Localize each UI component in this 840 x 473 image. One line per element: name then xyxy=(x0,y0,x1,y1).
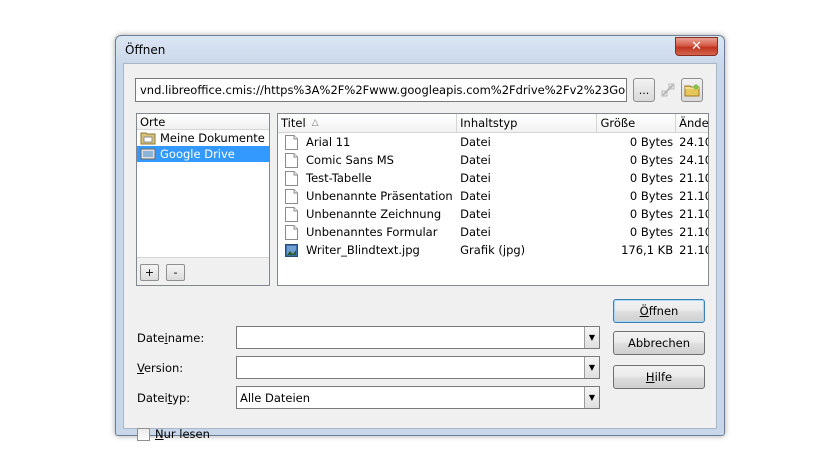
readonly-checkbox[interactable] xyxy=(137,428,150,441)
cell-type: Datei xyxy=(460,207,491,221)
document-icon xyxy=(285,206,298,222)
cell-size: 0 Bytes xyxy=(629,135,674,149)
table-row[interactable]: Unbenanntes Formular Datei 0 Bytes 21.10. xyxy=(278,223,708,241)
places-panel: Orte Meine Dokumente Google Drive + - xyxy=(136,113,270,286)
cell-title: Writer_Blindtext.jpg xyxy=(278,243,457,258)
version-select[interactable]: ▼ xyxy=(236,356,600,379)
cell-modified: 24.10. xyxy=(679,135,708,149)
cell-modified: 21.10. xyxy=(679,189,708,203)
cell-type: Datei xyxy=(460,189,491,203)
places-buttons-bar: + - xyxy=(137,257,269,285)
file-list: Titel △ Inhaltstyp Größe Ände Arial 11 Da… xyxy=(277,113,709,286)
cell-type: Datei xyxy=(460,135,491,149)
close-button[interactable]: ✕ xyxy=(675,37,718,56)
table-row[interactable]: Comic Sans MS Datei 0 Bytes 24.10. xyxy=(278,151,708,169)
file-title: Comic Sans MS xyxy=(306,153,394,167)
filetype-value: Alle Dateien xyxy=(240,391,311,405)
image-file-icon xyxy=(285,243,298,257)
document-icon xyxy=(285,224,298,240)
document-icon xyxy=(285,188,298,204)
drive-icon xyxy=(140,148,156,160)
file-list-header: Titel △ Inhaltstyp Größe Ände xyxy=(278,114,708,133)
column-header-size[interactable]: Größe xyxy=(597,114,677,132)
column-header-modified[interactable]: Ände xyxy=(676,114,708,132)
place-label: Meine Dokumente xyxy=(160,131,265,145)
chevron-down-icon[interactable]: ▼ xyxy=(584,327,599,348)
cell-type: Datei xyxy=(460,171,491,185)
document-icon xyxy=(285,170,298,186)
dialog-title: Öffnen xyxy=(125,43,166,57)
close-icon: ✕ xyxy=(691,39,702,54)
cell-modified: 21.10. xyxy=(679,225,708,239)
cell-modified: 21.10. xyxy=(679,171,708,185)
dialog-client-area: vnd.libreoffice.cmis://https%3A%2F%2Fwww… xyxy=(123,63,717,441)
table-row[interactable]: Arial 11 Datei 0 Bytes 24.10. xyxy=(278,133,708,151)
filetype-label: Dateityp: xyxy=(137,391,191,405)
cell-size: 0 Bytes xyxy=(629,207,674,221)
table-row[interactable]: Writer_Blindtext.jpg Grafik (jpg) 176,1 KB… xyxy=(278,241,708,259)
cell-modified: 21.10. xyxy=(679,243,708,257)
cell-type: Datei xyxy=(460,153,491,167)
cell-size: 0 Bytes xyxy=(629,225,674,239)
readonly-label[interactable]: Nur lesen xyxy=(155,427,210,441)
url-field[interactable]: vnd.libreoffice.cmis://https%3A%2F%2Fwww… xyxy=(135,78,627,102)
place-label: Google Drive xyxy=(160,147,235,161)
file-title: Unbenannte Präsentation xyxy=(306,189,453,203)
places-header: Orte xyxy=(137,114,269,130)
cell-modified: 21.10. xyxy=(679,207,708,221)
new-folder-icon xyxy=(684,84,700,97)
table-row[interactable]: Test-Tabelle Datei 0 Bytes 21.10. xyxy=(278,169,708,187)
connect-server-button[interactable] xyxy=(657,78,679,102)
cell-title: Unbenannte Präsentation xyxy=(278,188,457,204)
browse-button-label: ... xyxy=(638,83,650,97)
cell-title: Comic Sans MS xyxy=(278,152,457,168)
cell-size: 0 Bytes xyxy=(629,171,674,185)
open-button[interactable]: Öffnen xyxy=(613,299,705,323)
file-title: Arial 11 xyxy=(306,135,351,149)
cancel-button[interactable]: Abbrechen xyxy=(613,331,705,355)
filetype-select[interactable]: Alle Dateien ▼ xyxy=(236,386,600,409)
add-place-button[interactable]: + xyxy=(140,264,159,281)
column-header-title[interactable]: Titel △ xyxy=(278,114,458,132)
file-title: Writer_Blindtext.jpg xyxy=(306,243,420,257)
cell-title: Unbenannte Zeichnung xyxy=(278,206,457,222)
cell-title: Unbenanntes Formular xyxy=(278,224,457,240)
cell-modified: 24.10. xyxy=(679,153,708,167)
cell-size: 176,1 KB xyxy=(621,243,674,257)
cell-title: Test-Tabelle xyxy=(278,170,457,186)
cell-title: Arial 11 xyxy=(278,134,457,150)
cell-size: 0 Bytes xyxy=(629,153,674,167)
chevron-down-icon[interactable]: ▼ xyxy=(584,387,599,408)
file-title: Test-Tabelle xyxy=(306,171,372,185)
open-dialog: Öffnen ✕ vnd.libreoffice.cmis://https%3A… xyxy=(115,35,725,441)
folder-icon xyxy=(140,132,156,145)
file-rows: Arial 11 Datei 0 Bytes 24.10. Comic Sans MS D… xyxy=(278,133,708,259)
column-header-type[interactable]: Inhaltstyp xyxy=(457,114,598,132)
chevron-down-icon[interactable]: ▼ xyxy=(584,357,599,378)
help-button[interactable]: Hilfe xyxy=(613,365,705,389)
remove-place-button[interactable]: - xyxy=(166,264,185,281)
document-icon xyxy=(285,152,298,168)
column-title-label: Titel xyxy=(281,116,306,130)
browse-button[interactable]: ... xyxy=(633,78,655,102)
cell-type: Grafik (jpg) xyxy=(460,243,526,257)
sort-ascending-icon: △ xyxy=(311,118,319,128)
cell-size: 0 Bytes xyxy=(629,189,674,203)
place-item-google-drive[interactable]: Google Drive xyxy=(137,146,269,162)
document-icon xyxy=(285,134,298,150)
new-folder-button[interactable] xyxy=(681,78,703,102)
connect-server-icon xyxy=(661,83,675,97)
file-title: Unbenannte Zeichnung xyxy=(306,207,442,221)
place-item-meine-dokumente[interactable]: Meine Dokumente xyxy=(137,130,269,146)
table-row[interactable]: Unbenannte Präsentation Datei 0 Bytes 21.10… xyxy=(278,187,708,205)
table-row[interactable]: Unbenannte Zeichnung Datei 0 Bytes 21.10. xyxy=(278,205,708,223)
cell-type: Datei xyxy=(460,225,491,239)
version-label: Version: xyxy=(137,361,184,375)
file-title: Unbenanntes Formular xyxy=(306,225,438,239)
filename-label: Dateiname: xyxy=(137,331,205,345)
filename-input[interactable]: ▼ xyxy=(236,326,600,349)
